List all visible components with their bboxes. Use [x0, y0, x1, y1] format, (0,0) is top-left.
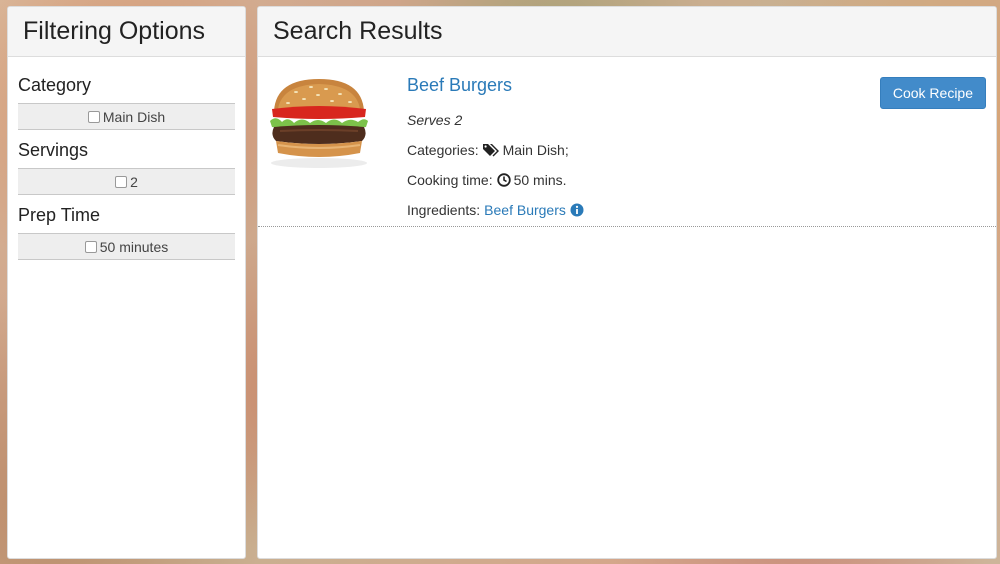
ingredient-link[interactable]: Beef Burgers: [484, 202, 566, 218]
cooking-time-value: 50 mins.: [513, 172, 567, 188]
categories-label: Categories:: [407, 142, 479, 158]
cook-recipe-button[interactable]: Cook Recipe: [879, 77, 986, 109]
burger-image: [266, 75, 372, 171]
filter-option-servings-2[interactable]: 2: [18, 168, 235, 195]
filter-option-50-minutes[interactable]: 50 minutes: [18, 233, 235, 260]
filter-option-main-dish[interactable]: Main Dish: [18, 103, 235, 130]
main-dish-checkbox[interactable]: [87, 110, 100, 123]
filter-body: Category Main Dish Servings 2 Prep Time …: [8, 57, 245, 278]
filter-panel: Filtering Options Category Main Dish Ser…: [7, 6, 246, 559]
tags-icon: [482, 143, 500, 157]
filter-option-label: 2: [130, 173, 138, 190]
result-info: Beef Burgers Serves 2 Categories: Main D…: [407, 75, 587, 225]
filter-group-category-title: Category: [18, 75, 92, 95]
results-panel: Search Results Beef Burgers Serves 2 Cat…: [257, 6, 997, 559]
prep-time-checkbox[interactable]: [84, 240, 97, 253]
serves-text: Serves 2: [407, 112, 463, 128]
filter-option-label: 50 minutes: [99, 238, 169, 255]
results-panel-title: Search Results: [273, 17, 443, 45]
ingredients-label: Ingredients:: [407, 202, 481, 218]
result-item: Beef Burgers Serves 2 Categories: Main D…: [258, 57, 996, 227]
filter-group-servings-title: Servings: [18, 140, 89, 160]
ingredients-line: Ingredients: Beef Burgers: [407, 195, 587, 225]
cooking-time-line: Cooking time: 50 mins.: [407, 165, 587, 195]
info-icon[interactable]: [570, 203, 584, 217]
filter-option-label: Main Dish: [102, 108, 166, 125]
filter-panel-header: Filtering Options: [8, 7, 245, 57]
filter-panel-title: Filtering Options: [23, 17, 206, 45]
categories-line: Categories: Main Dish;: [407, 135, 587, 165]
categories-value: Main Dish;: [502, 142, 569, 158]
servings-checkbox[interactable]: [115, 175, 128, 188]
recipe-title-link[interactable]: Beef Burgers: [407, 75, 587, 96]
cooking-time-label: Cooking time:: [407, 172, 493, 188]
results-panel-header: Search Results: [258, 7, 996, 57]
filter-group-prep-time-title: Prep Time: [18, 205, 101, 225]
clock-icon: [496, 173, 511, 187]
